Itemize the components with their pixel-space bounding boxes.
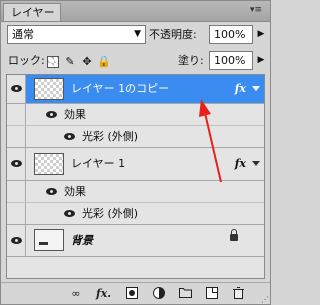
lock-position-icon[interactable]: ✥ bbox=[81, 56, 93, 68]
visibility-toggle[interactable] bbox=[7, 148, 26, 180]
layer-thumbnail bbox=[34, 229, 64, 251]
new-layer-icon[interactable] bbox=[205, 287, 219, 301]
layer-thumbnail bbox=[34, 78, 64, 100]
layer-name[interactable]: 背景 bbox=[71, 225, 93, 256]
expand-effects-toggle[interactable] bbox=[252, 161, 260, 166]
effects-label: 効果 bbox=[64, 185, 86, 198]
layer-name[interactable]: レイヤー 1 bbox=[71, 148, 125, 180]
layer-name[interactable]: レイヤー 1のコピー bbox=[71, 75, 169, 103]
effects-row[interactable]: 効果 bbox=[7, 181, 264, 203]
effects-row[interactable]: 効果 bbox=[7, 104, 264, 126]
opacity-slider-toggle[interactable]: ▶ bbox=[254, 25, 268, 44]
layer-row-layer1-copy[interactable]: レイヤー 1のコピー fx bbox=[7, 75, 264, 104]
fill-value: 100% bbox=[214, 54, 246, 67]
fx-icon[interactable]: fx. bbox=[96, 287, 111, 301]
opacity-label: 不透明度: bbox=[149, 28, 197, 41]
layers-panel: レイヤー ▾≡ 通常 ▼ 不透明度: 100% ▶ ロック: ✎ ✥ 🔒 塗り:… bbox=[0, 0, 271, 305]
eye-icon bbox=[11, 237, 22, 244]
effect-name: 光彩 (外側) bbox=[82, 130, 139, 143]
blend-mode-value: 通常 bbox=[12, 28, 34, 41]
layer-row-background[interactable]: 背景 bbox=[7, 225, 264, 257]
effect-name: 光彩 (外側) bbox=[82, 207, 139, 220]
visibility-cell bbox=[7, 181, 26, 202]
fill-label: 塗り: bbox=[178, 54, 204, 67]
fx-icon[interactable]: fx bbox=[235, 75, 246, 103]
resize-grip-icon[interactable]: ⋰ bbox=[261, 295, 269, 304]
effect-outer-glow-row[interactable]: 光彩 (外側) bbox=[7, 126, 264, 148]
layer-thumbnail bbox=[34, 153, 64, 175]
lock-all-icon[interactable]: 🔒 bbox=[97, 56, 111, 68]
fill-slider-toggle[interactable]: ▶ bbox=[254, 51, 268, 70]
layer-row-layer1[interactable]: レイヤー 1 fx bbox=[7, 148, 264, 181]
visibility-cell bbox=[7, 126, 26, 147]
effects-label: 効果 bbox=[64, 108, 86, 121]
blend-mode-select[interactable]: 通常 ▼ bbox=[7, 25, 146, 44]
fill-input[interactable]: 100% bbox=[209, 51, 253, 70]
visibility-cell bbox=[7, 104, 26, 125]
visibility-cell bbox=[7, 203, 26, 224]
opacity-input[interactable]: 100% bbox=[209, 25, 253, 44]
adjustment-icon[interactable] bbox=[152, 287, 166, 301]
lock-label: ロック: bbox=[8, 54, 45, 67]
lock-icon bbox=[230, 229, 238, 241]
layers-toolbar: ∞ fx. ⋰ bbox=[1, 282, 270, 305]
lock-transparent-icon[interactable] bbox=[47, 56, 59, 68]
layer-list: レイヤー 1のコピー fx 効果 光彩 (外側) レイヤー 1 fx 効果 光彩… bbox=[6, 74, 265, 279]
group-folder-icon[interactable] bbox=[178, 287, 192, 301]
trash-icon[interactable] bbox=[231, 287, 245, 301]
tab-label: レイヤー bbox=[11, 6, 55, 19]
eye-icon bbox=[11, 85, 22, 92]
effect-outer-glow-row[interactable]: 光彩 (外側) bbox=[7, 203, 264, 225]
eye-icon[interactable] bbox=[46, 188, 57, 195]
eye-icon[interactable] bbox=[64, 133, 75, 140]
visibility-toggle[interactable] bbox=[7, 75, 26, 103]
panel-menu-icon[interactable]: ▾≡ bbox=[248, 4, 264, 16]
visibility-toggle[interactable] bbox=[7, 225, 26, 256]
fx-icon[interactable]: fx bbox=[235, 148, 246, 180]
expand-effects-toggle[interactable] bbox=[252, 86, 260, 91]
eye-icon[interactable] bbox=[64, 210, 75, 217]
eye-icon[interactable] bbox=[46, 111, 57, 118]
link-icon[interactable]: ∞ bbox=[69, 287, 83, 301]
mask-icon[interactable] bbox=[125, 287, 139, 301]
opacity-value: 100% bbox=[214, 28, 246, 41]
eye-icon bbox=[11, 160, 22, 167]
chevron-down-icon: ▼ bbox=[134, 29, 141, 39]
lock-paint-icon[interactable]: ✎ bbox=[64, 56, 76, 68]
tab-layers[interactable]: レイヤー bbox=[3, 3, 61, 21]
panel-tab-bar: レイヤー ▾≡ bbox=[1, 1, 270, 22]
